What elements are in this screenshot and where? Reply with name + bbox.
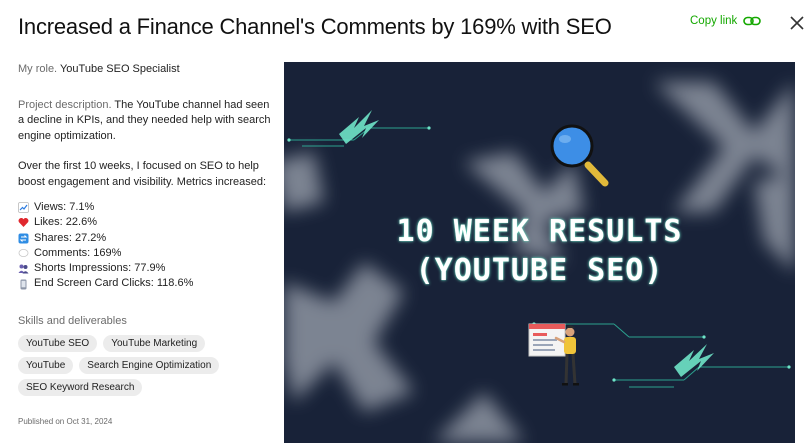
link-icon	[743, 16, 762, 26]
hero-title: 10 WEEK RESULTS	[396, 214, 683, 249]
description-label: Project description.	[18, 98, 112, 111]
metrics-list: Views: 7.1% Likes: 22.6% Shares: 27.2% C…	[18, 200, 273, 292]
share-icon	[18, 233, 29, 244]
mobile-phone-icon	[18, 279, 29, 290]
list-item: Shares: 27.2%	[18, 231, 273, 246]
list-item: Views: 7.1%	[18, 200, 273, 215]
metric-shares: Shares: 27.2%	[34, 231, 107, 244]
list-item: Comments: 169%	[18, 246, 273, 261]
metric-likes: Likes: 22.6%	[34, 216, 97, 229]
copy-link-label: Copy link	[690, 15, 738, 27]
chart-increasing-icon	[18, 202, 29, 214]
metric-comments: Comments: 169%	[34, 246, 122, 259]
hero-subtitle: (YOUTUBE SEO)	[415, 253, 664, 288]
page-title: Increased a Finance Channel's Comments b…	[18, 14, 612, 39]
people-icon	[18, 263, 29, 274]
skill-chip[interactable]: YouTube	[18, 357, 74, 375]
list-item: End Screen Card Clicks: 118.6%	[18, 276, 273, 291]
project-description: Project description. The YouTube channel…	[18, 98, 273, 145]
project-hero-image[interactable]: 10 WEEK RESULTS (YOUTUBE SEO)	[284, 62, 795, 443]
role-value: YouTube SEO Specialist	[59, 63, 180, 75]
list-item: Likes: 22.6%	[18, 215, 273, 230]
skill-chip[interactable]: YouTube Marketing	[103, 335, 206, 353]
skill-chip[interactable]: Search Engine Optimization	[79, 357, 220, 375]
list-item: Shorts Impressions: 77.9%	[18, 261, 273, 276]
published-date: Published on Oct 31, 2024	[18, 417, 113, 426]
skills-heading: Skills and deliverables	[18, 314, 127, 327]
close-icon[interactable]	[787, 13, 807, 33]
skill-chip[interactable]: YouTube SEO	[18, 335, 98, 353]
metric-shorts-impressions: Shorts Impressions: 77.9%	[34, 262, 166, 275]
metric-views: Views: 7.1%	[34, 200, 95, 213]
project-details: My role. YouTube SEO Specialist Project …	[18, 62, 273, 397]
speech-bubble-icon	[18, 248, 29, 259]
role-label: My role.	[18, 63, 58, 75]
red-heart-icon	[18, 217, 29, 228]
metric-end-screen-clicks: End Screen Card Clicks: 118.6%	[34, 277, 194, 290]
skill-chip[interactable]: SEO Keyword Research	[18, 379, 143, 397]
role-row: My role. YouTube SEO Specialist	[18, 62, 273, 78]
magnifying-glass-icon	[550, 124, 609, 187]
skills-list: YouTube SEO YouTube Marketing YouTube Se…	[18, 335, 258, 397]
analyst-figure-icon	[528, 323, 579, 386]
copy-link-button[interactable]: Copy link	[690, 15, 762, 27]
results-intro: Over the first 10 weeks, I focused on SE…	[18, 160, 267, 188]
